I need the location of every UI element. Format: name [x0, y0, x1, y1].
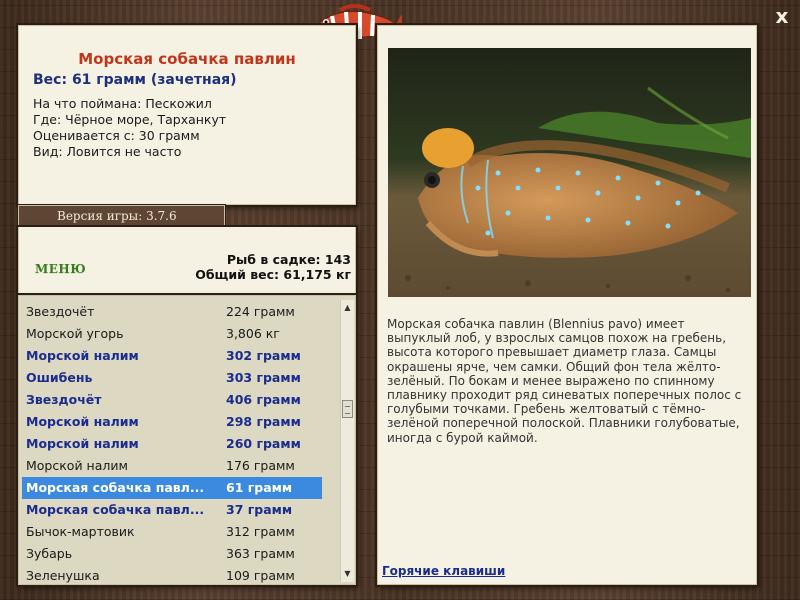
list-item[interactable]: Морской налим 260 грамм — [22, 433, 322, 455]
list-item-weight: 302 грамм — [226, 348, 301, 363]
fish-description: Морская собачка павлин (Blennius pavo) и… — [387, 317, 742, 445]
list-item[interactable]: Бычок-мартовик 312 грамм — [22, 521, 322, 543]
list-item-name: Морской угорь — [26, 326, 124, 341]
hotkeys-link[interactable]: Горячие клавиши — [382, 564, 505, 578]
scroll-thumb[interactable] — [342, 400, 353, 418]
list-item-weight: 312 грамм — [226, 524, 295, 539]
list-item-name: Морской налим — [26, 348, 139, 363]
cage-panel: МЕНЮ Рыб в садке: 143 Общий вес: 61,175 … — [18, 227, 356, 295]
fish-frequency: Вид: Ловится не часто — [33, 144, 182, 159]
game-version: Версия игры: 3.7.6 — [18, 205, 225, 227]
scroll-up-icon[interactable]: ▲ — [341, 302, 354, 314]
cage-total-weight: Общий вес: 61,175 кг — [195, 267, 351, 282]
list-item-name: Ошибень — [26, 370, 93, 385]
list-item-name: Морской налим — [26, 414, 139, 429]
list-item-name: Бычок-мартовик — [26, 524, 135, 539]
list-item[interactable]: Зубарь 363 грамм — [22, 543, 322, 565]
list-item[interactable]: Ошибень 303 грамм — [22, 367, 322, 389]
list-item[interactable]: Звездочёт 224 грамм — [22, 301, 322, 323]
list-item-name: Морской налим — [26, 458, 128, 473]
list-item-name: Зубарь — [26, 546, 73, 561]
fish-details: На что поймана: Пескожил Где: Чёрное мор… — [33, 96, 226, 160]
list-item-weight: 363 грамм — [226, 546, 295, 561]
list-item-name: Зеленушка — [26, 568, 100, 583]
list-item-weight: 224 грамм — [226, 304, 295, 319]
list-item-weight: 109 грамм — [226, 568, 295, 583]
scroll-down-icon[interactable]: ▼ — [341, 568, 354, 580]
list-item[interactable]: Морская собачка павл... 37 грамм — [22, 499, 322, 521]
fish-photo — [388, 48, 751, 297]
list-item[interactable]: Зеленушка 109 грамм — [22, 565, 322, 584]
cage-count: Рыб в садке: 143 — [226, 252, 351, 267]
list-scrollbar[interactable]: ▲ ▼ — [340, 300, 354, 582]
fish-title: Морская собачка павлин — [78, 50, 296, 68]
catch-list[interactable]: Звездочёт 224 грамм Морской угорь 3,806 кг М… — [18, 295, 356, 585]
list-item-weight: 37 грамм — [226, 502, 293, 517]
list-item[interactable]: Морской налим 176 грамм — [22, 455, 322, 477]
list-item[interactable]: Звездочёт 406 грамм — [22, 389, 322, 411]
list-item-weight: 260 грамм — [226, 436, 301, 451]
fish-info-panel: Морская собачка павлин Вес: 61 грамм (за… — [18, 25, 356, 205]
list-item-weight: 3,806 кг — [226, 326, 280, 341]
list-item-name: Звездочёт — [26, 304, 95, 319]
list-item-weight: 406 грамм — [226, 392, 301, 407]
list-item-name: Звездочёт — [26, 392, 102, 407]
list-item-selected[interactable]: Морская собачка павл... 61 грамм — [22, 477, 322, 499]
list-item-name: Морская собачка павл... — [26, 480, 205, 495]
list-item-weight: 303 грамм — [226, 370, 301, 385]
fish-detail-panel: Морская собачка павлин (Blennius pavo) и… — [377, 25, 757, 585]
close-button[interactable]: x — [772, 6, 792, 26]
list-item-weight: 61 грамм — [226, 480, 293, 495]
fish-location: Где: Чёрное море, Тарханкут — [33, 112, 227, 127]
fish-rated-from: Оценивается с: 30 грамм — [33, 128, 200, 143]
menu-button[interactable]: МЕНЮ — [35, 262, 86, 276]
fish-bait: На что поймана: Пескожил — [33, 96, 212, 111]
list-item-weight: 176 грамм — [226, 458, 295, 473]
list-item-name: Морской налим — [26, 436, 139, 451]
cage-stats: Рыб в садке: 143 Общий вес: 61,175 кг — [195, 252, 351, 282]
fish-weight: Вес: 61 грамм (зачетная) — [33, 72, 237, 88]
list-item[interactable]: Морской налим 302 грамм — [22, 345, 322, 367]
list-item[interactable]: Морской угорь 3,806 кг — [22, 323, 322, 345]
list-item[interactable]: Морской налим 298 грамм — [22, 411, 322, 433]
list-item-name: Морская собачка павл... — [26, 502, 205, 517]
list-item-weight: 298 грамм — [226, 414, 301, 429]
